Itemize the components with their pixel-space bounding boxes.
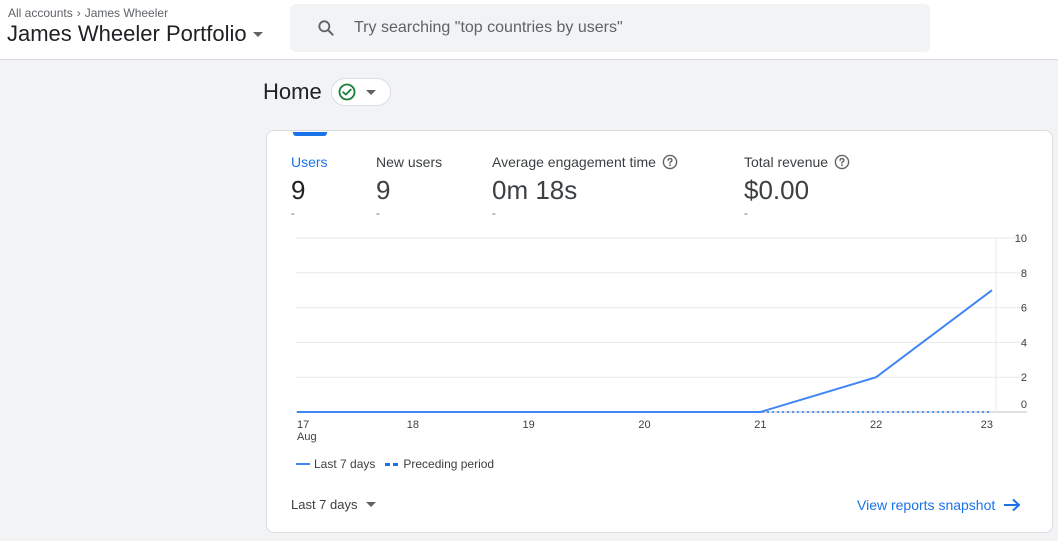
search-icon bbox=[318, 20, 334, 36]
breadcrumb-all-accounts[interactable]: All accounts bbox=[8, 6, 73, 20]
x-tick-label: 21 bbox=[754, 419, 766, 431]
users-line-chart: 10 8 6 4 2 0 17 Aug 18 19 20 21 22 23 bbox=[267, 231, 1054, 461]
metric-label: New users bbox=[376, 154, 443, 170]
legend-item-last-7-days[interactable]: Last 7 days bbox=[296, 457, 375, 471]
metric-value: $0.00 bbox=[744, 175, 810, 205]
breadcrumb: All accounts › James Wheeler bbox=[8, 6, 168, 20]
series-line-last-7-days bbox=[297, 289, 993, 413]
caret-down-icon bbox=[252, 31, 263, 37]
metric-label: Users bbox=[291, 154, 328, 170]
metric-value: 9 bbox=[376, 175, 391, 205]
overview-card: Users 9 - New users 9 - Average engageme… bbox=[266, 130, 1053, 533]
x-tick-label: Aug bbox=[297, 431, 317, 443]
metric-change: - bbox=[492, 208, 496, 220]
search-input[interactable] bbox=[354, 16, 914, 40]
metric-value: 9 bbox=[291, 175, 306, 205]
view-reports-label: View reports snapshot bbox=[857, 497, 996, 513]
y-tick-label: 10 bbox=[1015, 233, 1027, 245]
x-tick-label: 18 bbox=[407, 419, 419, 431]
metric-change: - bbox=[291, 208, 295, 220]
x-tick-label: 20 bbox=[638, 419, 650, 431]
page-title: Home bbox=[263, 79, 322, 104]
x-tick-label: 17 bbox=[297, 419, 309, 431]
chart-legend: Last 7 days Preceding period bbox=[296, 457, 494, 471]
arrow-right-icon bbox=[1004, 498, 1021, 512]
check-circle-icon bbox=[338, 83, 356, 101]
x-tick-label: 23 bbox=[981, 419, 993, 431]
metric-revenue-tab[interactable]: Total revenue $0.00 - bbox=[744, 154, 850, 220]
status-dropdown[interactable] bbox=[331, 78, 391, 106]
date-range-label: Last 7 days bbox=[291, 497, 358, 512]
y-tick-label: 8 bbox=[1021, 268, 1027, 280]
metric-change: - bbox=[744, 208, 748, 220]
chevron-right-icon: › bbox=[76, 6, 81, 20]
breadcrumb-account[interactable]: James Wheeler bbox=[85, 6, 168, 20]
metric-label: Average engagement time bbox=[492, 154, 656, 170]
metric-engagement-tab[interactable]: Average engagement time 0m 18s - bbox=[492, 154, 678, 220]
search-bar[interactable] bbox=[290, 4, 930, 52]
metric-new-users-tab[interactable]: New users 9 - bbox=[376, 154, 442, 220]
x-tick-label: 19 bbox=[523, 419, 535, 431]
metric-change: - bbox=[376, 208, 380, 220]
legend-item-preceding-period[interactable]: Preceding period bbox=[385, 457, 494, 471]
legend-label: Preceding period bbox=[403, 457, 495, 471]
metric-label-row: Total revenue bbox=[744, 154, 850, 170]
y-tick-label: 6 bbox=[1021, 303, 1027, 315]
legend-swatch-solid bbox=[296, 463, 310, 465]
help-icon[interactable] bbox=[662, 154, 678, 170]
property-name: James Wheeler Portfolio bbox=[7, 21, 247, 46]
date-range-dropdown[interactable]: Last 7 days bbox=[291, 497, 376, 512]
help-icon[interactable] bbox=[834, 154, 850, 170]
metric-label: Total revenue bbox=[744, 154, 829, 170]
legend-label: Last 7 days bbox=[314, 457, 376, 471]
y-tick-label: 0 bbox=[1021, 399, 1027, 411]
caret-down-icon bbox=[365, 502, 376, 507]
chart-svg: 108642017Aug18 19 20 21 22 23 bbox=[296, 233, 1027, 443]
legend-swatch-dashed bbox=[385, 462, 400, 466]
metric-users-tab[interactable]: Users 9 - bbox=[291, 154, 328, 220]
y-tick-label: 4 bbox=[1021, 337, 1027, 349]
tab-indicator bbox=[293, 132, 327, 136]
caret-down-icon bbox=[366, 89, 376, 95]
property-selector[interactable]: James Wheeler Portfolio bbox=[7, 21, 263, 47]
view-reports-snapshot-link[interactable]: View reports snapshot bbox=[857, 497, 1021, 513]
top-bar: All accounts › James Wheeler James Wheel… bbox=[0, 0, 1058, 60]
metric-value: 0m 18s bbox=[492, 175, 578, 205]
y-tick-label: 2 bbox=[1021, 372, 1027, 384]
x-tick-label: 22 bbox=[870, 419, 882, 431]
metric-label-row: Average engagement time bbox=[492, 154, 678, 170]
